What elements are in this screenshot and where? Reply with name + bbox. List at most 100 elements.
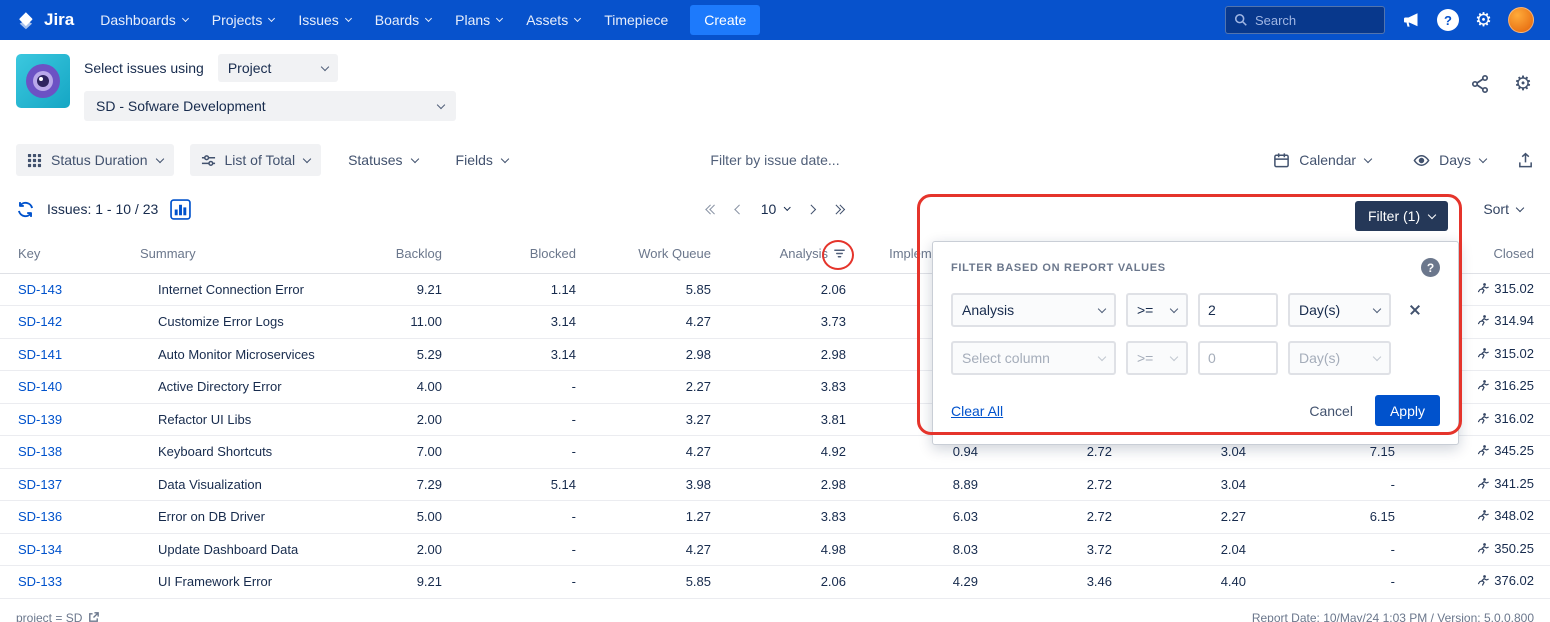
duration-cell: - <box>442 403 576 436</box>
issues-bar: Issues: 1 - 10 / 23 10 Sort <box>0 183 1550 235</box>
issue-key-link[interactable]: SD-142 <box>18 314 62 329</box>
last-page-button[interactable] <box>832 206 843 213</box>
user-avatar[interactable] <box>1508 7 1534 33</box>
help-icon[interactable]: ? <box>1437 9 1459 31</box>
statuses-dropdown[interactable]: Statuses <box>337 144 428 176</box>
sort-dropdown[interactable]: Sort <box>1483 183 1523 235</box>
table-row: SD-136Error on DB Driver5.00-1.273.836.0… <box>0 501 1550 534</box>
duration-cell: 5.85 <box>576 273 711 306</box>
filter-value-input-2[interactable] <box>1198 341 1278 375</box>
chart-view-icon[interactable] <box>170 199 191 220</box>
duration-cell: 3.27 <box>576 403 711 436</box>
issue-key-link[interactable]: SD-134 <box>18 542 62 557</box>
nav-item-boards[interactable]: Boards <box>375 12 431 28</box>
issue-key-link[interactable]: SD-139 <box>18 412 62 427</box>
duration-cell: 1.14 <box>442 273 576 306</box>
first-page-button[interactable] <box>707 206 718 213</box>
remove-filter-icon[interactable] <box>1405 300 1425 320</box>
issue-date-filter[interactable]: Filter by issue date... <box>710 152 839 168</box>
nav-item-dashboards[interactable]: Dashboards <box>100 12 188 28</box>
create-button[interactable]: Create <box>690 5 760 35</box>
filter-unit-select-2[interactable]: Day(s) <box>1288 341 1391 375</box>
duration-cell: 4.40 <box>1112 566 1246 599</box>
issue-summary: Active Directory Error <box>140 371 340 404</box>
apply-button[interactable]: Apply <box>1375 395 1440 426</box>
filter-popup: FILTER BASED ON REPORT VALUES ? Analysis… <box>932 241 1459 445</box>
admin-gear-icon[interactable]: ⚙ <box>1475 11 1492 30</box>
table-row: SD-133UI Framework Error9.21-5.852.064.2… <box>0 566 1550 599</box>
report-type-dropdown[interactable]: Status Duration <box>16 144 174 176</box>
issue-source-dropdown[interactable]: Project <box>218 54 338 82</box>
nav-item-timepiece[interactable]: Timepiece <box>604 12 668 28</box>
issue-summary: Refactor UI Libs <box>140 403 340 436</box>
export-icon[interactable] <box>1517 152 1534 169</box>
issue-key-link[interactable]: SD-137 <box>18 477 62 492</box>
select-issues-label: Select issues using <box>84 60 204 76</box>
analysis-column-filter-icon[interactable] <box>833 247 846 260</box>
duration-cell: 2.00 <box>340 533 442 566</box>
duration-cell: 2.72 <box>978 468 1112 501</box>
filter-unit-value: Day(s) <box>1299 302 1340 318</box>
view-mode-value: List of Total <box>225 152 296 168</box>
next-page-button[interactable] <box>807 206 814 213</box>
filter-row-1: Analysis >= Day(s) <box>951 293 1440 327</box>
duration-cell: 3.83 <box>711 371 846 404</box>
filter-button[interactable]: Filter (1) <box>1355 201 1448 231</box>
filter-value-input[interactable] <box>1198 293 1278 327</box>
issue-key-link[interactable]: SD-141 <box>18 347 62 362</box>
filter-unit-select[interactable]: Day(s) <box>1288 293 1391 327</box>
fields-dropdown[interactable]: Fields <box>445 144 519 176</box>
duration-cell: 2.72 <box>978 501 1112 534</box>
time-unit-dropdown[interactable]: Days <box>1402 144 1497 176</box>
project-dropdown[interactable]: SD - Sofware Development <box>84 91 456 121</box>
chevron-down-icon <box>783 204 790 211</box>
fields-label: Fields <box>456 152 493 168</box>
duration-cell: - <box>1246 533 1395 566</box>
chevron-down-icon <box>1170 304 1178 312</box>
issue-key-link[interactable]: SD-133 <box>18 574 62 589</box>
duration-cell: 3.73 <box>711 306 846 339</box>
chevron-down-icon <box>268 15 275 22</box>
share-icon[interactable] <box>1470 74 1490 94</box>
issue-key-link[interactable]: SD-140 <box>18 379 62 394</box>
chevron-down-icon <box>321 62 329 70</box>
nav-item-issues[interactable]: Issues <box>298 12 350 28</box>
page-size-dropdown[interactable]: 10 <box>761 201 790 217</box>
nav-item-assets[interactable]: Assets <box>526 12 580 28</box>
duration-cell: 1.27 <box>576 501 711 534</box>
filter-operator-select-2[interactable]: >= <box>1126 341 1188 375</box>
duration-cell: - <box>442 371 576 404</box>
filter-help-icon[interactable]: ? <box>1421 258 1440 277</box>
nav-item-plans[interactable]: Plans <box>455 12 502 28</box>
chevron-down-icon <box>182 15 189 22</box>
calendar-label: Calendar <box>1299 152 1356 168</box>
refresh-icon[interactable] <box>16 200 35 219</box>
report-settings-gear-icon[interactable]: ⚙ <box>1514 74 1532 94</box>
search-input[interactable] <box>1255 13 1376 28</box>
filter-operator-select[interactable]: >= <box>1126 293 1188 327</box>
duration-cell: 341.25 <box>1395 468 1550 501</box>
duration-cell: 3.14 <box>442 338 576 371</box>
nav-item-projects[interactable]: Projects <box>212 12 275 28</box>
filter-column-select-2[interactable]: Select column <box>951 341 1116 375</box>
filter-column-select[interactable]: Analysis <box>951 293 1116 327</box>
clear-all-link[interactable]: Clear All <box>951 403 1003 419</box>
jira-logo[interactable]: Jira <box>16 10 74 31</box>
duration-cell: 2.27 <box>576 371 711 404</box>
announcements-icon[interactable] <box>1401 10 1421 30</box>
duration-cell: 5.85 <box>576 566 711 599</box>
issue-key-link[interactable]: SD-143 <box>18 282 62 297</box>
view-mode-dropdown[interactable]: List of Total <box>190 144 322 176</box>
chevron-down-icon <box>496 15 503 22</box>
issue-key-link[interactable]: SD-136 <box>18 509 62 524</box>
prev-page-button[interactable] <box>736 206 743 213</box>
global-search[interactable] <box>1225 6 1385 34</box>
ongoing-status-icon <box>1477 542 1489 558</box>
cancel-button[interactable]: Cancel <box>1309 403 1353 419</box>
chevron-down-icon <box>1098 352 1106 360</box>
issue-key-link[interactable]: SD-138 <box>18 444 62 459</box>
calendar-dropdown[interactable]: Calendar <box>1262 144 1382 176</box>
report-date-version: Report Date: 10/May/24 1:03 PM / Version… <box>1252 611 1534 622</box>
external-link-icon[interactable] <box>87 611 100 622</box>
ongoing-status-icon <box>1477 477 1489 493</box>
